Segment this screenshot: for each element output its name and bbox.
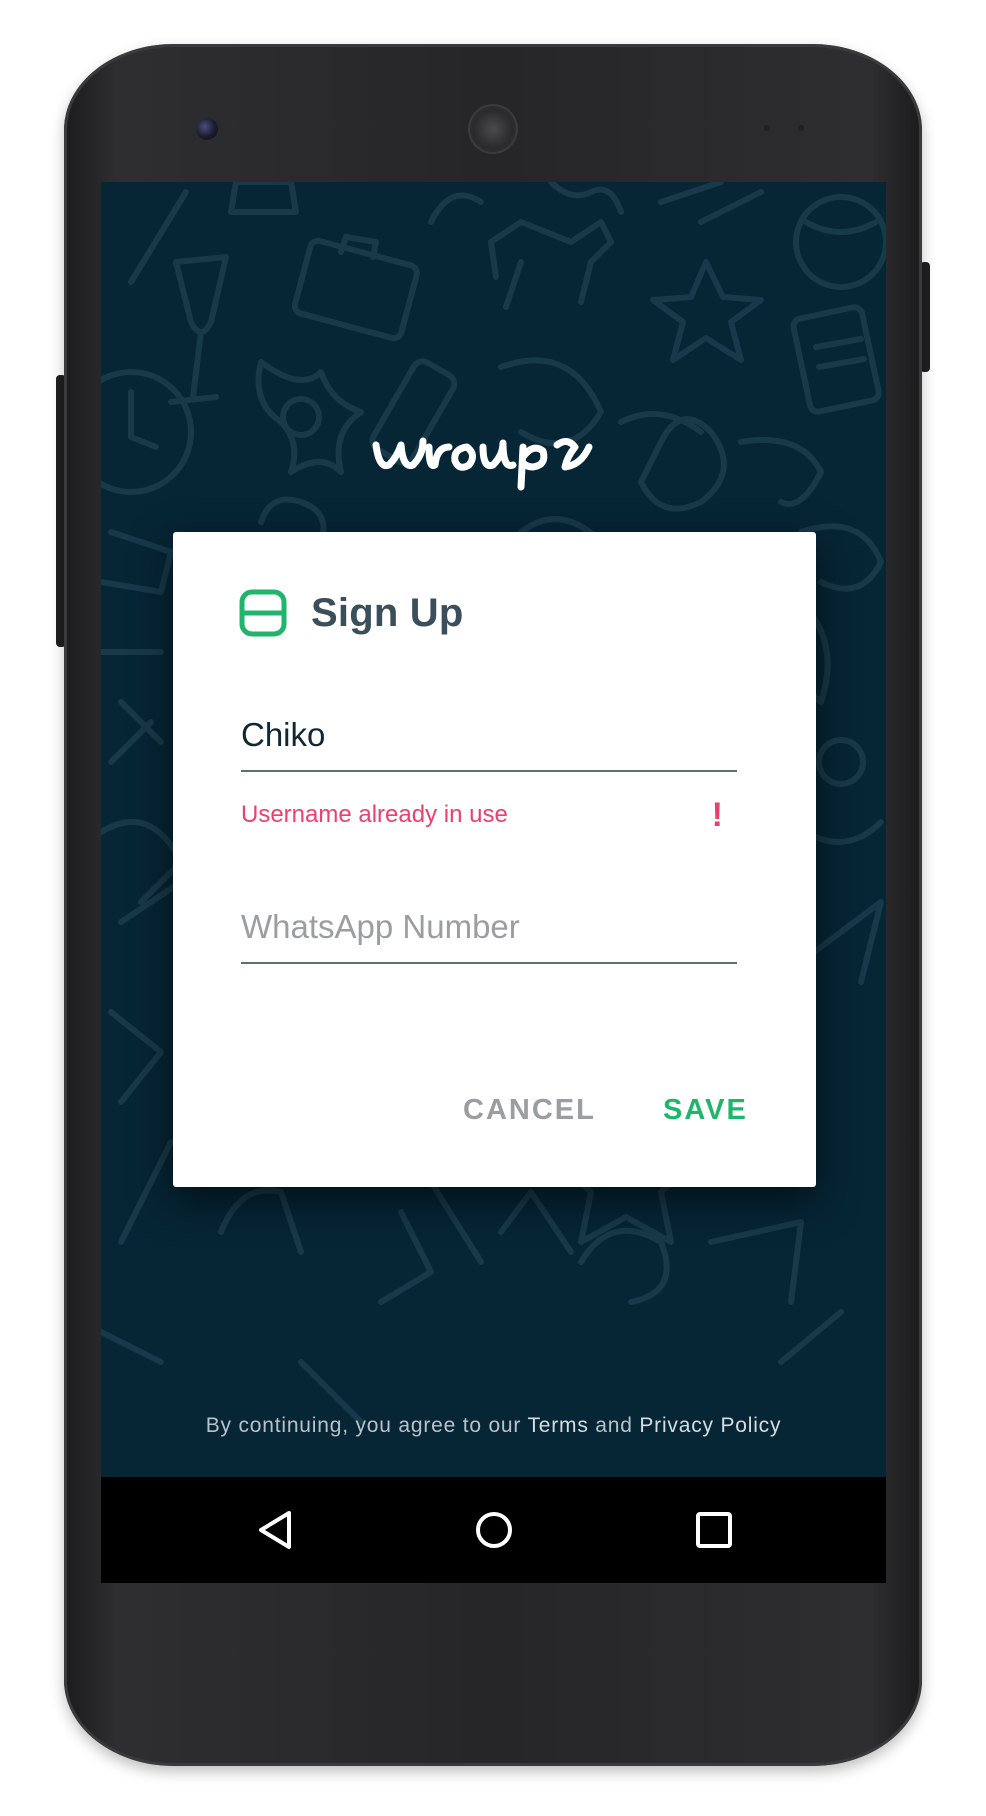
front-camera xyxy=(196,118,218,140)
whatsapp-number-underline xyxy=(241,962,737,964)
back-icon[interactable] xyxy=(251,1505,301,1555)
terms-link[interactable]: Terms xyxy=(527,1414,588,1437)
sign-up-dialog: Sign Up Chiko Username already in use ! … xyxy=(173,532,816,1187)
save-button[interactable]: SAVE xyxy=(663,1090,748,1130)
dialog-header: Sign Up xyxy=(239,588,464,638)
username-input[interactable]: Chiko xyxy=(241,712,737,758)
wroups-app-icon xyxy=(239,589,287,637)
whatsapp-number-input[interactable]: WhatsApp Number xyxy=(241,904,737,950)
proximity-sensor xyxy=(764,125,804,131)
navigation-bar xyxy=(101,1477,886,1583)
legal-and: and xyxy=(588,1414,640,1437)
username-field[interactable]: Chiko xyxy=(241,712,737,772)
error-icon: ! xyxy=(711,796,723,834)
username-error-text: Username already in use xyxy=(241,801,508,828)
wroups-logo xyxy=(372,437,593,491)
username-underline xyxy=(241,770,737,772)
legal-prefix: By continuing, you agree to our xyxy=(205,1414,528,1437)
cancel-button[interactable]: CANCEL xyxy=(463,1090,596,1130)
privacy-policy-link[interactable]: Privacy Policy xyxy=(639,1414,781,1437)
earpiece-speaker xyxy=(470,106,516,152)
app-screen: Sign Up Chiko Username already in use ! … xyxy=(101,182,886,1477)
username-error: Username already in use ! xyxy=(241,798,737,832)
whatsapp-number-field[interactable]: WhatsApp Number xyxy=(241,904,737,964)
home-icon[interactable] xyxy=(469,1505,519,1555)
legal-notice: By continuing, you agree to our Terms an… xyxy=(101,1414,886,1438)
recents-icon[interactable] xyxy=(689,1505,739,1555)
dialog-title: Sign Up xyxy=(311,590,464,635)
page: Sign Up Chiko Username already in use ! … xyxy=(0,0,986,1816)
